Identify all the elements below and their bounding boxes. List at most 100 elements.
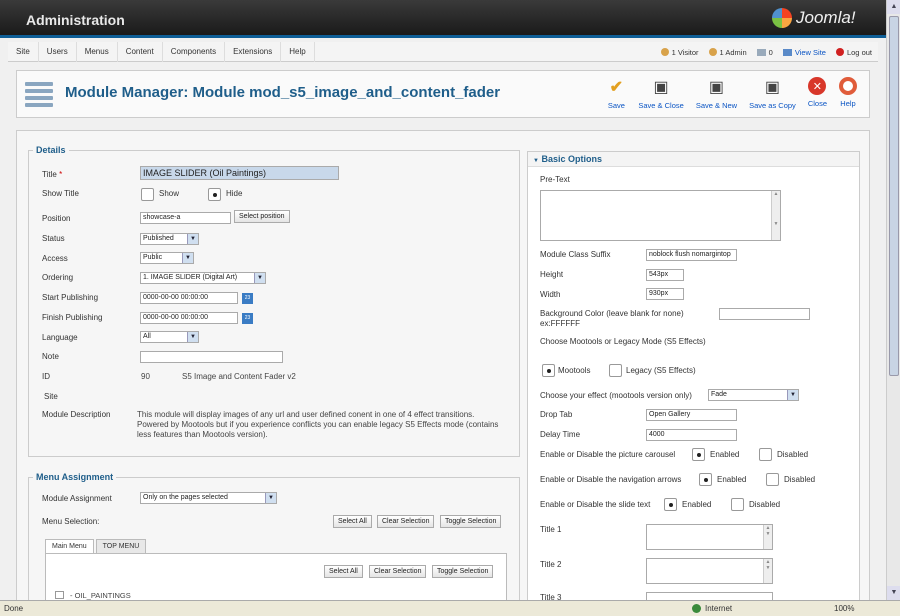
position-label: Position [42,214,71,223]
menu-components[interactable]: Components [163,42,226,62]
toggle-selection-button[interactable]: Toggle Selection [440,515,502,528]
mootools-radio-label: Mootools [558,366,591,375]
page-title: Module Manager: Module mod_s5_image_and_… [65,84,501,101]
checkmark-icon: ✔ [609,79,624,96]
save-close-button[interactable]: ▣ Save & Close [632,77,689,110]
effect-select[interactable]: Fade ▼ [708,389,799,401]
help-button[interactable]: Help [833,77,863,110]
arrows-enabled-radio[interactable] [699,473,712,486]
scroll-down-arrow-icon[interactable]: ▼ [887,586,900,600]
title2-textarea[interactable]: ▲ ▼ [646,558,773,584]
page-scrollbar[interactable]: ▲ ▼ [886,0,900,600]
mootools-radio[interactable] [542,364,555,377]
show-title-label: Show Title [42,189,79,198]
triangle-down-icon: ▼ [533,158,539,164]
title3-textarea[interactable] [646,592,773,600]
id-label: ID [42,372,50,381]
title-input[interactable]: IMAGE SLIDER (Oil Paintings) [140,166,339,180]
title1-label: Title 1 [540,525,562,534]
id-value: 90 [141,372,150,381]
chevron-down-icon: ▼ [182,253,193,263]
scroll-up-arrow-icon[interactable]: ▲ [887,0,900,14]
security-zone: Internet [692,601,732,616]
select-all-button[interactable]: Select All [333,515,372,528]
module-type-name: S5 Image and Content Fader v2 [182,372,296,381]
scrollbar-thumb[interactable] [889,16,899,376]
save-button[interactable]: ✔ Save [600,77,632,110]
slide-text-enabled-radio[interactable] [664,498,677,511]
save-copy-button[interactable]: ▣ Save as Copy [743,77,802,110]
tab-top-menu[interactable]: TOP MENU [95,539,147,553]
pretext-label: Pre-Text [540,175,570,184]
logout-icon [835,48,844,56]
admin-menubar: Site Users Menus Content Components Exte… [8,42,878,62]
textarea-scrollbar[interactable]: ▲ ▼ [771,191,780,240]
chevron-down-icon: ▼ [787,390,798,400]
chevron-down-icon: ▼ [254,273,265,283]
menu-extensions[interactable]: Extensions [225,42,282,62]
textarea-scrollbar[interactable]: ▲ ▼ [763,559,772,583]
language-select[interactable]: All ▼ [140,331,199,343]
module-description-label: Module Description [42,410,111,419]
finish-publishing-label: Finish Publishing [42,313,103,322]
position-input[interactable]: showcase-a [140,212,231,224]
globe-icon [692,604,701,613]
legacy-radio[interactable] [609,364,622,377]
menu-users[interactable]: Users [39,42,77,62]
show-title-hide-radio[interactable] [208,188,221,201]
menu-help[interactable]: Help [281,42,315,62]
carousel-enabled-radio[interactable] [692,448,705,461]
save-close-icon: ▣ [653,79,669,96]
browser-statusbar: Done Internet 100% [0,600,900,616]
menu-site[interactable]: Site [8,42,39,62]
select-position-button[interactable]: Select position [234,210,290,223]
clear-selection-button[interactable]: Clear Selection [377,515,435,528]
site-label: Site [44,392,58,401]
textarea-scrollbar[interactable]: ▲ ▼ [763,525,772,549]
width-label: Width [540,290,561,299]
slide-text-disabled-radio[interactable] [731,498,744,511]
pretext-textarea[interactable]: ▲ ▼ [540,190,781,241]
background-color-input[interactable] [719,308,810,320]
arrows-disabled-radio[interactable] [766,473,779,486]
status-select[interactable]: Published ▼ [140,233,199,245]
toolbar: Module Manager: Module mod_s5_image_and_… [16,70,870,118]
tab-toggle-selection-button[interactable]: Toggle Selection [432,565,494,578]
tab-clear-selection-button[interactable]: Clear Selection [369,565,427,578]
menu-tabs: Main Menu TOP MENU [45,539,148,553]
menu-item-checkbox[interactable] [55,591,64,599]
basic-options-header[interactable]: ▼ Basic Options [528,152,859,167]
width-input[interactable]: 930px [646,288,684,300]
drop-tab-input[interactable]: Open Gallery [646,409,737,421]
calendar-icon[interactable]: 23 [242,293,253,304]
module-assignment-select[interactable]: Only on the pages selected ▼ [140,492,277,504]
menu-menus[interactable]: Menus [77,42,118,62]
module-class-suffix-input[interactable]: noblock flush nomargintop [646,249,737,261]
height-input[interactable]: 543px [646,269,684,281]
details-legend: Details [36,145,66,155]
legacy-radio-label: Legacy (S5 Effects) [626,366,696,375]
title1-textarea[interactable]: ▲ ▼ [646,524,773,550]
start-publishing-input[interactable]: 0000-00-00 00:00:00 [140,292,238,304]
messages-status[interactable]: 0 [756,48,773,57]
calendar-icon[interactable]: 23 [242,313,253,324]
access-select[interactable]: Public ▼ [140,252,194,264]
zoom-level[interactable]: 100% [834,601,854,616]
close-button[interactable]: ✕ Close [802,77,833,110]
tab-select-all-button[interactable]: Select All [324,565,363,578]
menu-content[interactable]: Content [118,42,163,62]
monitor-icon [782,48,792,56]
ordering-select[interactable]: 1. IMAGE SLIDER (Digital Art) ▼ [140,272,266,284]
delay-time-input[interactable]: 4000 [646,429,737,441]
note-input[interactable] [140,351,283,363]
show-title-show-radio[interactable] [141,188,154,201]
save-new-button[interactable]: ▣ Save & New [690,77,743,110]
logout-link[interactable]: Log out [835,48,872,57]
tab-main-menu[interactable]: Main Menu [45,539,94,553]
module-description-text: This module will display images of any u… [137,410,499,439]
carousel-disabled-radio[interactable] [759,448,772,461]
menu-item-label: - OIL_PAINTINGS [70,591,131,600]
view-site-link[interactable]: View Site [782,48,826,57]
finish-publishing-input[interactable]: 0000-00-00 00:00:00 [140,312,238,324]
visitors-status: 1 Visitor [660,48,699,57]
